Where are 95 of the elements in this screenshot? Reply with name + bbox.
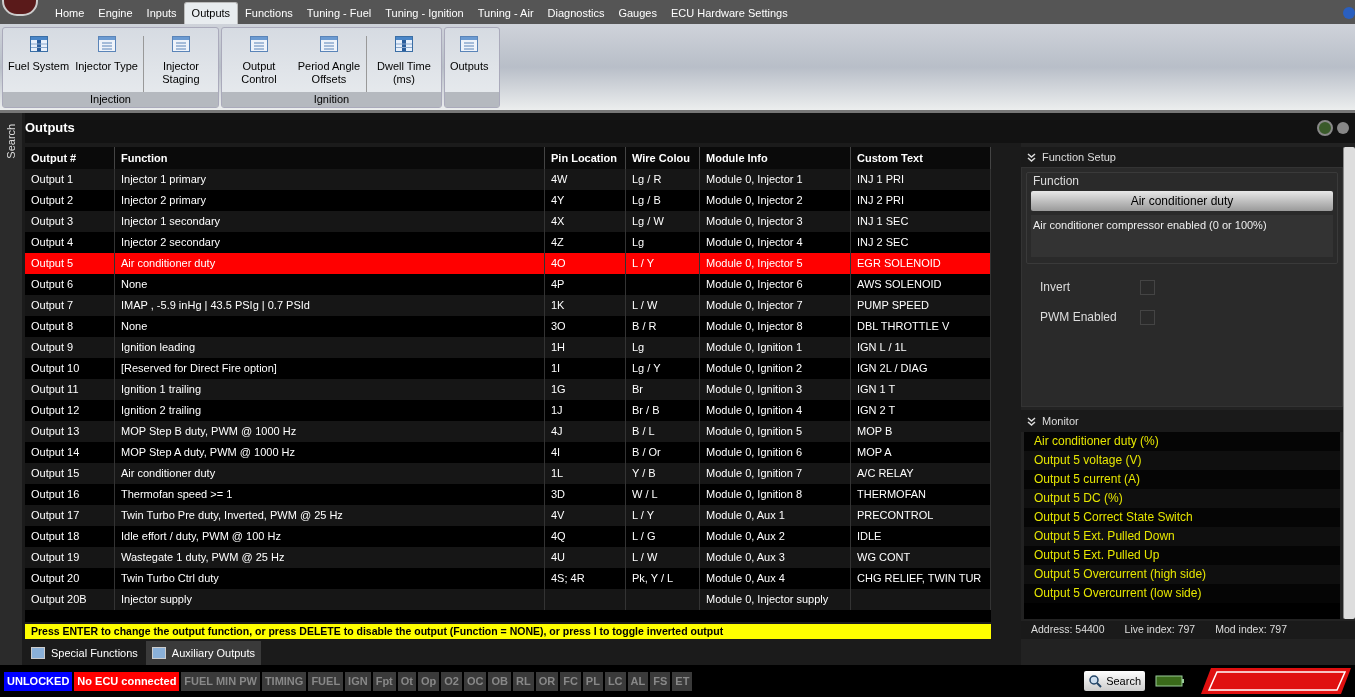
ribbon-group-label: Ignition xyxy=(221,92,441,107)
address-info: Live index: 797 xyxy=(1124,622,1196,638)
checkbox[interactable] xyxy=(1140,279,1155,295)
ribbon-group-label: Injection xyxy=(3,92,218,107)
table-cell: Output 20B xyxy=(25,589,115,610)
option-label: Invert xyxy=(1040,279,1071,296)
address-info: Mod index: 797 xyxy=(1215,622,1287,638)
ribbon-button[interactable]: Outputs xyxy=(446,36,492,73)
menu-tab[interactable]: Functions xyxy=(238,2,300,24)
hint-bar: Press ENTER to change the output function, or press DELETE to disable the output (Function = NONE), or press I to toggle inverted output xyxy=(25,624,991,639)
table-cell: Module 0, Injector supply xyxy=(700,589,851,610)
table-row[interactable]: Output 11 Ignition 1 trailing 1G Br Module 0, Ignition 3 IGN 1 T xyxy=(25,379,991,400)
menu-tab[interactable]: Tuning - Ignition xyxy=(378,2,471,24)
search-icon xyxy=(1088,674,1103,688)
monitor-item[interactable]: Output 5 DC (%) xyxy=(1024,489,1340,508)
status-tag: RL xyxy=(513,671,534,691)
search-side-tab[interactable]: Search xyxy=(1,119,21,163)
ribbon-group-label xyxy=(444,92,499,107)
table-row[interactable]: Output 20B Injector supply Module 0, Injector supply xyxy=(25,589,991,610)
table-row[interactable]: Output 1 Injector 1 primary 4W Lg / R Module 0, Injector 1 INJ 1 PRI xyxy=(25,169,991,190)
menu-tab[interactable]: Inputs xyxy=(139,2,184,24)
table-row[interactable]: Output 19 Wastegate 1 duty, PWM @ 25 Hz 4U L / W Module 0, Aux 3 WG CONT xyxy=(25,547,991,568)
list-icon xyxy=(97,36,116,52)
checkbox[interactable] xyxy=(1140,309,1155,325)
ribbon-button[interactable]: Injector Staging xyxy=(145,36,216,86)
search-button[interactable]: Search xyxy=(1084,671,1145,691)
status-tag: ET xyxy=(672,671,693,691)
monitor-item[interactable]: Output 5 current (A) xyxy=(1024,470,1340,489)
bottom-tab[interactable]: Auxiliary Outputs xyxy=(145,641,261,665)
status-tag: UNLOCKED xyxy=(4,671,73,691)
ribbon-button[interactable]: Period Angle Offsets xyxy=(293,36,364,86)
menu-tab[interactable]: ECU Hardware Settings xyxy=(663,2,795,24)
monitor-item[interactable]: Output 5 voltage (V) xyxy=(1024,451,1340,470)
table-row[interactable]: Output 17 Twin Turbo Pre duty, Inverted, PWM @ 25 Hz 4V L / Y Module 0, Aux 1 PRECONTROL xyxy=(25,505,991,526)
panel-title: Outputs xyxy=(25,119,75,138)
status-tag: FC xyxy=(560,671,581,691)
table-row[interactable]: Output 15 Air conditioner duty 1L Y / B Module 0, Ignition 7 A/C RELAY xyxy=(25,463,991,484)
group-label: Function xyxy=(1032,173,1081,189)
table-row[interactable]: Output 13 MOP Step B duty, PWM @ 1000 Hz 4J B / L Module 0, Ignition 5 MOP B xyxy=(25,421,991,442)
grid-icon xyxy=(394,36,413,52)
ribbon-button[interactable]: Dwell Time (ms) xyxy=(368,36,439,86)
address-info: Address: 54400 xyxy=(1031,622,1105,638)
section-header[interactable]: Monitor xyxy=(1021,410,1343,432)
table-cell: Injector supply xyxy=(115,589,545,610)
status-tag: FS xyxy=(650,671,671,691)
ribbon-button[interactable]: Output Control xyxy=(223,36,294,86)
ribbon-button[interactable]: Injector Type xyxy=(72,36,141,73)
menu-tab[interactable]: Gauges xyxy=(611,2,664,24)
table-row[interactable]: Output 5 Air conditioner duty 4O L / Y Module 0, Injector 5 EGR SOLENOID xyxy=(25,253,991,274)
battery-icon xyxy=(1155,674,1185,688)
gauge-icon[interactable] xyxy=(1317,120,1333,136)
status-tag: OC xyxy=(464,671,487,691)
list-icon xyxy=(171,36,190,52)
menu-tab[interactable]: Outputs xyxy=(183,2,239,24)
status-tag: Fpt xyxy=(372,671,396,691)
grid-icon xyxy=(29,36,48,52)
option-label: PWM Enabled xyxy=(1040,309,1118,326)
function-button[interactable]: Air conditioner duty xyxy=(1031,191,1333,211)
section-header[interactable]: Function Setup xyxy=(1021,147,1343,167)
scrollbar[interactable] xyxy=(1343,147,1355,619)
monitor-item[interactable]: Output 5 Ext. Pulled Down xyxy=(1024,527,1340,546)
monitor-item[interactable]: Output 5 Overcurrent (low side) xyxy=(1024,584,1340,603)
status-tag: O2 xyxy=(441,671,462,691)
list-icon xyxy=(319,36,338,52)
monitor-item[interactable]: Output 5 Ext. Pulled Up xyxy=(1024,546,1340,565)
status-tag: Ot xyxy=(397,671,416,691)
status-tag: TIMING xyxy=(261,671,307,691)
monitor-item[interactable]: Output 5 Correct State Switch xyxy=(1024,508,1340,527)
ribbon-button[interactable]: Fuel System xyxy=(5,36,73,73)
table-row[interactable]: Output 9 Ignition leading 1H Lg Module 0, Ignition 1 IGN L / 1L xyxy=(25,337,991,358)
status-tag: LC xyxy=(604,671,626,691)
status-tag: FUEL xyxy=(308,671,344,691)
table-row[interactable]: Output 7 IMAP , -5.9 inHg | 43.5 PSIg | 0.7 PSId 1K L / W Module 0, Injector 7 PUMP SPEED xyxy=(25,295,991,316)
status-tag: OR xyxy=(535,671,559,691)
list-icon xyxy=(249,36,268,52)
monitor-item[interactable]: Output 5 Overcurrent (high side) xyxy=(1024,565,1340,584)
status-tag: AL xyxy=(627,671,649,691)
menu-tab[interactable]: Tuning - Fuel xyxy=(299,2,379,24)
chevron-icon xyxy=(1027,416,1036,426)
status-tag: PL xyxy=(582,671,603,691)
table-row[interactable]: Output 3 Injector 1 secondary 4X Lg / W Module 0, Injector 3 INJ 1 SEC xyxy=(25,211,991,232)
list-icon xyxy=(460,36,479,52)
status-tag: Op xyxy=(418,671,440,691)
function-description: Air conditioner compressor enabled (0 or 100%) xyxy=(1033,219,1267,231)
menu-tab[interactable]: Diagnostics xyxy=(540,2,612,24)
menu-tab[interactable]: Engine xyxy=(91,2,140,24)
status-tag: IGN xyxy=(345,671,371,691)
menu-tab[interactable]: Home xyxy=(48,2,92,24)
menu-tab[interactable]: Tuning - Air xyxy=(470,2,541,24)
status-tag: OB xyxy=(488,671,511,691)
monitor-item[interactable]: Air conditioner duty (%) xyxy=(1024,432,1340,451)
chevron-icon xyxy=(1027,152,1036,162)
status-tag: No ECU connected xyxy=(74,671,180,691)
status-tag: FUEL MIN PW xyxy=(181,671,260,691)
bottom-tab[interactable]: Special Functions xyxy=(25,641,144,665)
